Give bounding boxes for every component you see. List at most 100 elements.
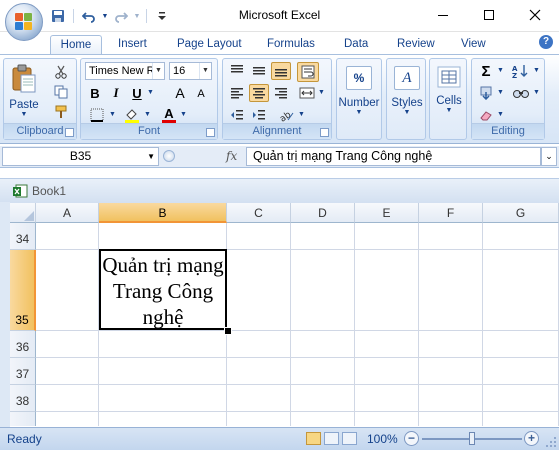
- font-color-button[interactable]: A: [159, 105, 179, 125]
- column-header-b[interactable]: B: [99, 203, 227, 223]
- zoom-level[interactable]: 100%: [367, 432, 398, 446]
- fill-color-button[interactable]: [121, 106, 143, 124]
- fill-dropdown-icon[interactable]: ▼: [497, 89, 504, 96]
- font-name-dropdown-icon[interactable]: ▼: [152, 63, 164, 79]
- copy-icon[interactable]: [52, 83, 70, 101]
- tab-page-layout[interactable]: Page Layout: [177, 35, 242, 54]
- name-box-dropdown-icon[interactable]: ▼: [147, 148, 155, 165]
- decrease-indent-icon[interactable]: [227, 106, 247, 124]
- column-header-f[interactable]: F: [419, 203, 483, 223]
- undo-icon[interactable]: [79, 7, 99, 25]
- paste-button[interactable]: Paste ▼: [7, 62, 41, 122]
- format-painter-icon[interactable]: [52, 103, 70, 121]
- fill-icon[interactable]: [476, 84, 496, 102]
- cut-icon[interactable]: [52, 63, 70, 81]
- tab-review[interactable]: Review: [397, 35, 435, 54]
- underline-dropdown-icon[interactable]: ▼: [147, 89, 154, 96]
- row-header-35[interactable]: 35: [10, 250, 36, 331]
- column-header-g[interactable]: G: [483, 203, 559, 223]
- number-format-button[interactable]: % Number ▼: [339, 62, 379, 132]
- borders-button[interactable]: [86, 106, 108, 124]
- sort-filter-dropdown-icon[interactable]: ▼: [533, 67, 540, 74]
- align-bottom-icon[interactable]: [271, 62, 291, 80]
- align-top-icon[interactable]: [227, 62, 247, 80]
- underline-button[interactable]: U: [128, 84, 146, 102]
- find-select-dropdown-icon[interactable]: ▼: [533, 89, 540, 96]
- fill-color-dropdown-icon[interactable]: ▼: [144, 111, 151, 118]
- shrink-font-button[interactable]: A: [192, 86, 210, 102]
- ribbon: Paste ▼ Clipboard Times New Ro ▼ 16 ▼ B …: [0, 54, 559, 144]
- align-right-icon[interactable]: [271, 84, 291, 102]
- page-layout-view-button[interactable]: [324, 432, 339, 445]
- find-select-icon[interactable]: [510, 84, 532, 102]
- minimize-button[interactable]: [420, 0, 466, 30]
- italic-button[interactable]: I: [107, 84, 125, 102]
- tab-home[interactable]: Home: [50, 35, 102, 55]
- page-break-view-button[interactable]: [342, 432, 357, 445]
- align-middle-icon[interactable]: [249, 62, 269, 80]
- redo-dropdown-icon[interactable]: ▼: [133, 7, 141, 25]
- font-size-combo[interactable]: 16 ▼: [169, 62, 212, 80]
- expand-formula-bar-icon[interactable]: ⌄: [541, 147, 557, 166]
- save-icon[interactable]: [48, 7, 68, 25]
- maximize-button[interactable]: [466, 0, 512, 30]
- row-header-37[interactable]: 37: [10, 358, 36, 385]
- paste-dropdown-icon[interactable]: ▼: [21, 111, 28, 118]
- formula-input[interactable]: Quản trị mạng Trang Công nghệ: [246, 147, 541, 166]
- close-button[interactable]: [512, 0, 558, 30]
- clipboard-dialog-launcher[interactable]: [65, 128, 74, 137]
- zoom-in-icon[interactable]: +: [524, 431, 539, 446]
- fill-handle[interactable]: [224, 327, 232, 335]
- increase-indent-icon[interactable]: [249, 106, 269, 124]
- zoom-out-icon[interactable]: −: [404, 431, 419, 446]
- merge-center-icon[interactable]: [297, 84, 317, 102]
- clear-icon[interactable]: [476, 106, 496, 124]
- worksheet-grid[interactable]: A B C D E F G 34 35 36 37 38 Quản trị mạ…: [10, 203, 559, 426]
- orientation-icon[interactable]: ab: [275, 106, 297, 124]
- grow-font-button[interactable]: A: [171, 84, 189, 102]
- align-center-icon[interactable]: [249, 84, 269, 102]
- clear-dropdown-icon[interactable]: ▼: [497, 111, 504, 118]
- tab-data[interactable]: Data: [344, 35, 368, 54]
- normal-view-button[interactable]: [306, 432, 321, 445]
- borders-dropdown-icon[interactable]: ▼: [109, 111, 116, 118]
- autosum-dropdown-icon[interactable]: ▼: [497, 67, 504, 74]
- tab-view[interactable]: View: [461, 35, 486, 54]
- customize-qat-icon[interactable]: [152, 7, 172, 25]
- row-header-34[interactable]: 34: [10, 223, 36, 250]
- font-size-dropdown-icon[interactable]: ▼: [199, 63, 211, 79]
- insert-function-button[interactable]: fx: [226, 149, 237, 163]
- autosum-button[interactable]: Σ: [476, 62, 496, 80]
- resize-grip-icon[interactable]: [545, 436, 557, 448]
- row-header-38[interactable]: 38: [10, 385, 36, 412]
- help-icon[interactable]: ?: [539, 35, 553, 49]
- font-name-combo[interactable]: Times New Ro ▼: [85, 62, 165, 80]
- name-box[interactable]: B35 ▼: [2, 147, 159, 166]
- bold-button[interactable]: B: [86, 84, 104, 102]
- column-header-a[interactable]: A: [36, 203, 99, 223]
- sort-filter-icon[interactable]: AZ: [510, 62, 532, 80]
- cells-button[interactable]: Cells ▼: [431, 62, 467, 132]
- office-logo-icon: [15, 13, 33, 31]
- office-button[interactable]: [5, 3, 43, 41]
- column-header-e[interactable]: E: [355, 203, 419, 223]
- row-header-36[interactable]: 36: [10, 331, 36, 358]
- alignment-dialog-launcher[interactable]: [320, 128, 329, 137]
- column-header-c[interactable]: C: [227, 203, 291, 223]
- wrap-text-icon[interactable]: [297, 62, 319, 82]
- orientation-dropdown-icon[interactable]: ▼: [298, 111, 305, 118]
- active-cell-b35[interactable]: Quản trị mạng Trang Công nghệ: [99, 249, 227, 330]
- formula-bar-grip-icon[interactable]: [163, 150, 175, 162]
- tab-insert[interactable]: Insert: [118, 35, 147, 54]
- zoom-slider-thumb[interactable]: [469, 432, 475, 445]
- column-header-d[interactable]: D: [291, 203, 355, 223]
- font-dialog-launcher[interactable]: [206, 128, 215, 137]
- font-color-dropdown-icon[interactable]: ▼: [180, 111, 187, 118]
- styles-button[interactable]: A Styles ▼: [389, 62, 425, 132]
- tab-formulas[interactable]: Formulas: [267, 35, 315, 54]
- merge-dropdown-icon[interactable]: ▼: [318, 89, 325, 96]
- row-header-39[interactable]: [10, 412, 36, 426]
- redo-icon[interactable]: [111, 7, 131, 25]
- align-left-icon[interactable]: [227, 84, 247, 102]
- undo-dropdown-icon[interactable]: ▼: [101, 7, 109, 25]
